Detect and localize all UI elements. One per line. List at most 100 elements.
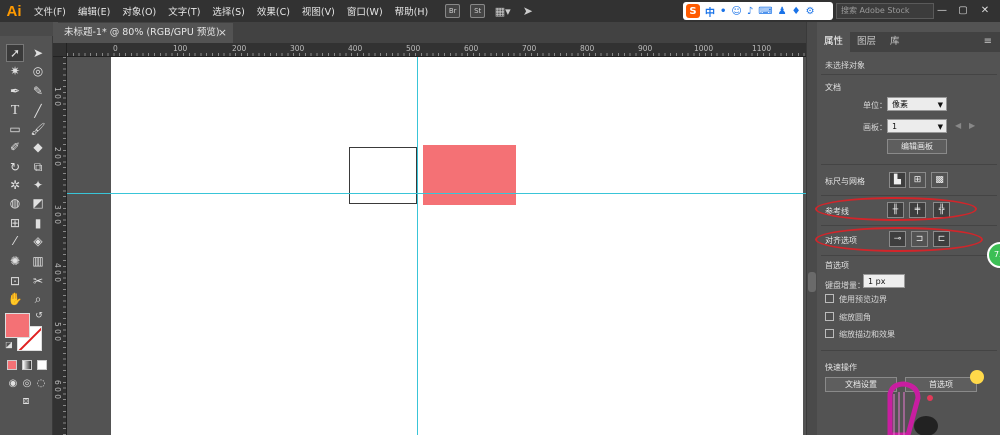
menu-object[interactable]: 对象(O): [116, 4, 162, 18]
panel-scrollbar-thumb[interactable]: [808, 272, 816, 292]
fill-color-swatch[interactable]: [5, 313, 30, 338]
menu-select[interactable]: 选择(S): [206, 4, 250, 18]
magic-wand-tool-icon[interactable]: ✷: [6, 62, 24, 80]
ruler-tick: 3 0 0: [53, 205, 62, 225]
color-mode-icon[interactable]: [7, 360, 17, 370]
close-window-icon[interactable]: ✕: [977, 3, 993, 19]
tools-panel: ➚ ➤ ✷ ◎ ✒ ✎ T ╱ ▭ 🖌 ✐ ◆ ↻ ⧉ ✲ ✦ ◍ ◩ ⊞ ▮ …: [0, 22, 53, 435]
panel-scrollbar[interactable]: [807, 22, 817, 435]
horizontal-ruler[interactable]: 0 100 200 300 400 500 600 700 800 900 10…: [67, 43, 806, 57]
close-tab-icon[interactable]: ×: [218, 23, 227, 43]
tab-layers[interactable]: 图层: [850, 32, 883, 52]
document-tab[interactable]: 未标题-1* @ 80% (RGB/GPU 预览) ×: [58, 23, 233, 43]
send-arrow-icon[interactable]: ➤: [520, 4, 535, 18]
user-icon[interactable]: ♟: [778, 6, 787, 17]
swap-fill-stroke-icon[interactable]: ↺: [33, 310, 45, 322]
vertical-ruler[interactable]: 1 0 0 2 0 0 3 0 0 4 0 0 5 0 0 6 0 0: [53, 57, 67, 435]
selection-status: 未选择对象: [825, 61, 865, 70]
eraser-tool-icon[interactable]: ◆: [29, 138, 47, 156]
draw-inside-icon[interactable]: ◌: [32, 374, 50, 392]
symbol-sprayer-tool-icon[interactable]: ✺: [6, 252, 24, 270]
default-colors-icon[interactable]: ◪: [3, 338, 15, 350]
scale-strokes-effects-label: 缩放描边和效果: [839, 330, 895, 339]
line-tool-icon[interactable]: ╱: [29, 102, 47, 120]
menu-window[interactable]: 窗口(W): [341, 4, 389, 18]
selection-tool-icon[interactable]: ➚: [6, 44, 24, 62]
keyboard-increment-label: 键盘增量：: [825, 281, 865, 290]
tab-properties[interactable]: 属性: [817, 32, 851, 52]
menu-view[interactable]: 视图(V): [296, 4, 341, 18]
blend-tool-icon[interactable]: ◈: [29, 232, 47, 250]
stock-search-input[interactable]: 搜索 Adobe Stock: [836, 3, 934, 19]
menu-type[interactable]: 文字(T): [162, 4, 206, 18]
curvature-tool-icon[interactable]: ✎: [29, 82, 47, 100]
menu-effect[interactable]: 效果(C): [251, 4, 296, 18]
tools-icon[interactable]: ⚙: [806, 6, 815, 17]
scale-corners-checkbox[interactable]: [825, 312, 834, 321]
ruler-tick: 1000: [694, 44, 714, 53]
unit-select[interactable]: 像素 ▼: [887, 97, 947, 111]
canvas-area[interactable]: [67, 57, 806, 435]
rotate-tool-icon[interactable]: ↻: [6, 158, 24, 176]
stock-icon[interactable]: St: [470, 4, 486, 18]
pen-tool-icon[interactable]: ✒: [6, 82, 24, 100]
next-artboard-icon[interactable]: ▶: [969, 121, 975, 130]
keyboard-icon[interactable]: ⌨: [758, 6, 772, 17]
none-mode-icon[interactable]: [37, 360, 47, 370]
transparency-grid-icon[interactable]: ▩: [931, 172, 948, 188]
gradient-mode-icon[interactable]: [22, 360, 32, 370]
minimize-icon[interactable]: —: [934, 3, 950, 19]
menu-help[interactable]: 帮助(H): [389, 4, 435, 18]
arrange-documents-icon[interactable]: ▦▾: [495, 4, 511, 18]
warp-tool-icon[interactable]: ✲: [6, 176, 24, 194]
mesh-tool-icon[interactable]: ⊞: [6, 214, 24, 232]
ime-language[interactable]: 中: [705, 4, 715, 19]
microphone-icon[interactable]: ♪: [747, 6, 753, 17]
artboard-select[interactable]: 1 ▼: [887, 119, 947, 133]
horizontal-guide[interactable]: [67, 193, 806, 194]
scale-strokes-effects-checkbox[interactable]: [825, 329, 834, 338]
menu-edit[interactable]: 编辑(E): [72, 4, 116, 18]
zoom-tool-icon[interactable]: ⌕: [29, 290, 47, 308]
menu-file[interactable]: 文件(F): [28, 4, 72, 18]
tab-libraries[interactable]: 库: [883, 32, 907, 52]
vertical-guide[interactable]: [417, 57, 418, 435]
punctuation-icon[interactable]: •: [720, 6, 726, 17]
screen-mode-icon[interactable]: ⧈: [16, 392, 36, 410]
keyboard-increment-input[interactable]: 1 px: [863, 274, 905, 288]
shape-builder-tool-icon[interactable]: ◍: [6, 194, 24, 212]
artboard[interactable]: [111, 57, 803, 435]
rulers-grids-heading: 标尺与网格: [825, 177, 865, 186]
artboard-tool-icon[interactable]: ⊡: [6, 272, 24, 290]
shaper-tool-icon[interactable]: ✐: [6, 138, 24, 156]
direct-selection-tool-icon[interactable]: ➤: [29, 44, 47, 62]
ruler-origin[interactable]: [53, 43, 67, 57]
grid-toggle-icon[interactable]: ⊞: [909, 172, 926, 188]
filled-rectangle[interactable]: [423, 145, 516, 205]
hand-tool-icon[interactable]: ✋: [6, 290, 24, 308]
rectangle-tool-icon[interactable]: ▭: [6, 120, 24, 138]
perspective-grid-tool-icon[interactable]: ◩: [29, 194, 47, 212]
previous-artboard-icon[interactable]: ◀: [955, 121, 961, 130]
outlined-rectangle[interactable]: [349, 147, 417, 204]
type-tool-icon[interactable]: T: [6, 102, 24, 120]
emoji-icon[interactable]: ☺: [731, 6, 741, 17]
maximize-icon[interactable]: ▢: [955, 3, 971, 19]
gradient-tool-icon[interactable]: ▮: [29, 214, 47, 232]
toolbar-grip[interactable]: [0, 22, 53, 36]
paintbrush-tool-icon[interactable]: 🖌: [29, 120, 47, 138]
use-preview-bounds-checkbox[interactable]: [825, 294, 834, 303]
ime-toolbar[interactable]: S 中 • ☺ ♪ ⌨ ♟ ♦ ⚙: [683, 2, 833, 20]
lasso-tool-icon[interactable]: ◎: [29, 62, 47, 80]
eyedropper-tool-icon[interactable]: ⁄: [6, 232, 24, 250]
edit-artboard-button[interactable]: 编辑画板: [887, 139, 947, 154]
ruler-toggle-icon[interactable]: ▙: [889, 172, 906, 188]
bridge-icon[interactable]: Br: [445, 4, 461, 18]
skin-icon[interactable]: ♦: [792, 6, 801, 17]
column-graph-tool-icon[interactable]: ▥: [29, 252, 47, 270]
puppet-warp-tool-icon[interactable]: ✦: [29, 176, 47, 194]
panel-menu-icon[interactable]: ≡: [984, 36, 992, 47]
slice-tool-icon[interactable]: ✂: [29, 272, 47, 290]
scale-tool-icon[interactable]: ⧉: [29, 158, 47, 176]
ruler-tick: 700: [522, 44, 537, 53]
